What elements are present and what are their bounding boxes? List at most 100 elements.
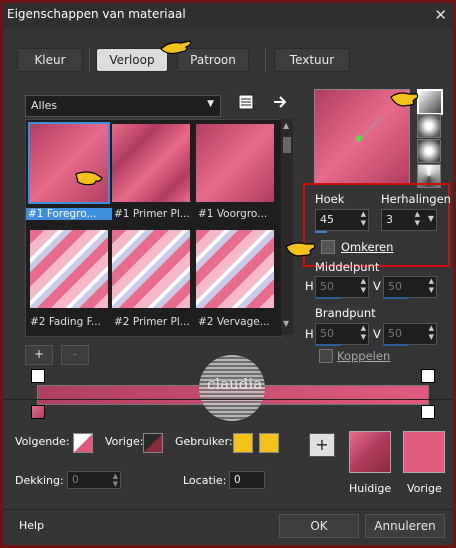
focal-v-value: 50 [388,327,402,340]
watermark-logo: claudia [199,355,265,421]
gradient-thumb[interactable] [112,124,190,202]
add-gradient-button[interactable]: + [25,345,53,365]
tab-verloop[interactable]: Verloop [96,48,168,72]
user-label: Gebruiker: [175,435,233,448]
gradient-thumb[interactable] [196,124,274,202]
user-color-swatch-2[interactable] [259,433,279,453]
tab-label: Patroon [190,53,236,67]
angle-spinner[interactable]: 45 ▲ ▼ [315,209,369,231]
tab-label: Verloop [109,53,155,67]
focal-h-spinner[interactable]: 50 ▲ ▼ [315,323,369,345]
add-to-swatch-button[interactable]: + [309,433,335,457]
previous-swatch[interactable] [403,431,445,473]
dialog-window: Eigenschappen van materiaal ✕ Kleur Verl… [0,0,456,548]
v-label: V [373,327,381,341]
previous-label: Vorige [407,482,442,495]
gradient-thumb[interactable] [112,230,190,308]
tab-label: Kleur [34,53,66,67]
footer-divider [3,509,453,510]
pointer-hand-icon [390,92,419,107]
next-label: Volgende: [15,435,70,448]
midpoint-v-spinner[interactable]: 50 ▲ ▼ [383,276,437,298]
midpoint-label: Middelpunt [315,260,380,274]
ok-button[interactable]: OK [279,514,359,538]
color-stop-left[interactable] [31,405,45,419]
chevron-down-icon[interactable]: ▼ [428,214,434,223]
angle-value: 45 [320,213,334,226]
close-icon[interactable]: ✕ [434,6,447,24]
gallery-item-label: #1 Voorgro... [198,208,268,220]
gradient-thumb[interactable] [30,230,108,308]
focal-label: Brandpunt [315,306,376,320]
invert-checkbox[interactable] [321,240,335,254]
spin-arrows-icon[interactable]: ▲ ▼ [429,324,434,342]
dropdown-value: Alles [31,99,58,112]
prev-color-swatch[interactable] [143,433,163,453]
angle-slider[interactable] [315,231,327,233]
opacity-label: Dekking: [15,474,64,487]
gradient-gallery: #1 Foregro... #1 Primer Pl... #1 Voorgro… [25,119,283,337]
h-label: H [305,327,314,341]
spin-arrows-icon[interactable]: ▲ ▼ [361,277,366,295]
category-dropdown[interactable]: Alles ▼ [25,95,221,117]
focal-v-slider[interactable] [383,344,409,346]
linear-style-button[interactable] [417,89,443,115]
chevron-up-icon[interactable]: ▲ [283,121,289,130]
next-color-swatch[interactable] [73,433,93,453]
spin-arrows-icon[interactable]: ▲ ▼ [113,472,118,488]
user-color-swatch-1[interactable] [233,433,253,453]
midpoint-h-spinner[interactable]: 50 ▲ ▼ [315,276,369,298]
midpoint-v-value: 50 [388,280,402,293]
midpoint-v-slider[interactable] [383,297,409,299]
focal-h-value: 50 [320,327,334,340]
editor-divider [3,399,453,400]
svg-text:✱: ✱ [355,134,363,145]
location-input[interactable]: 0 [229,471,265,489]
tab-separator [89,49,90,71]
focal-h-slider[interactable] [315,344,341,346]
spin-arrows-icon[interactable]: ▲ ▼ [361,210,366,228]
rectangular-style-button[interactable] [417,114,441,138]
link-checkbox[interactable] [319,349,333,363]
location-value: 0 [234,474,241,486]
arrow-right-icon[interactable] [273,95,289,109]
gradient-thumb[interactable] [28,122,110,204]
scrollbar-thumb[interactable] [283,137,291,153]
repeats-label: Herhalingen [381,192,451,206]
chevron-down-icon[interactable]: ▼ [283,319,289,328]
pointer-hand-icon [75,171,103,186]
opacity-input[interactable]: 0 ▲ ▼ [67,471,121,489]
top-right-marker[interactable] [421,369,435,383]
midpoint-h-slider[interactable] [315,297,341,299]
tab-kleur[interactable]: Kleur [17,48,83,72]
color-stop-right[interactable] [421,405,435,419]
spin-arrows-icon[interactable]: ▲ ▼ [361,324,366,342]
top-left-marker[interactable] [31,369,45,383]
repeats-spinner[interactable]: 3 ▼ ▲ ▼ [381,209,437,231]
watermark-text: claudia [207,375,263,393]
link-label: Koppelen [337,349,391,363]
gradient-thumb[interactable] [196,230,274,308]
spin-arrows-icon[interactable]: ▲ ▼ [429,277,434,295]
invert-label: Omkeren [341,240,394,254]
help-link[interactable]: Help [19,519,44,532]
gallery-item-label: #2 Vervage... [198,316,270,328]
spin-arrows-icon[interactable]: ▲ ▼ [415,210,420,228]
pointer-hand-icon [160,40,192,55]
window-title: Eigenschappen van materiaal [7,7,186,21]
sunburst-style-button[interactable] [417,139,441,163]
midpoint-h-value: 50 [320,280,334,293]
document-list-icon[interactable] [238,94,254,110]
location-label: Locatie: [183,474,227,487]
remove-gradient-button[interactable]: - [61,345,89,365]
title-bar: Eigenschappen van materiaal ✕ [3,3,453,29]
tab-separator [265,49,266,71]
cancel-button[interactable]: Annuleren [365,514,445,538]
gallery-item-label: #2 Fading F... [30,316,101,328]
gallery-scrollbar[interactable]: ▲ ▼ [281,119,293,335]
current-swatch[interactable] [349,431,391,473]
gallery-item-label: #1 Primer Pl... [114,208,190,220]
pointer-hand-icon [285,242,316,257]
focal-v-spinner[interactable]: 50 ▲ ▼ [383,323,437,345]
tab-textuur[interactable]: Textuur [274,48,350,72]
